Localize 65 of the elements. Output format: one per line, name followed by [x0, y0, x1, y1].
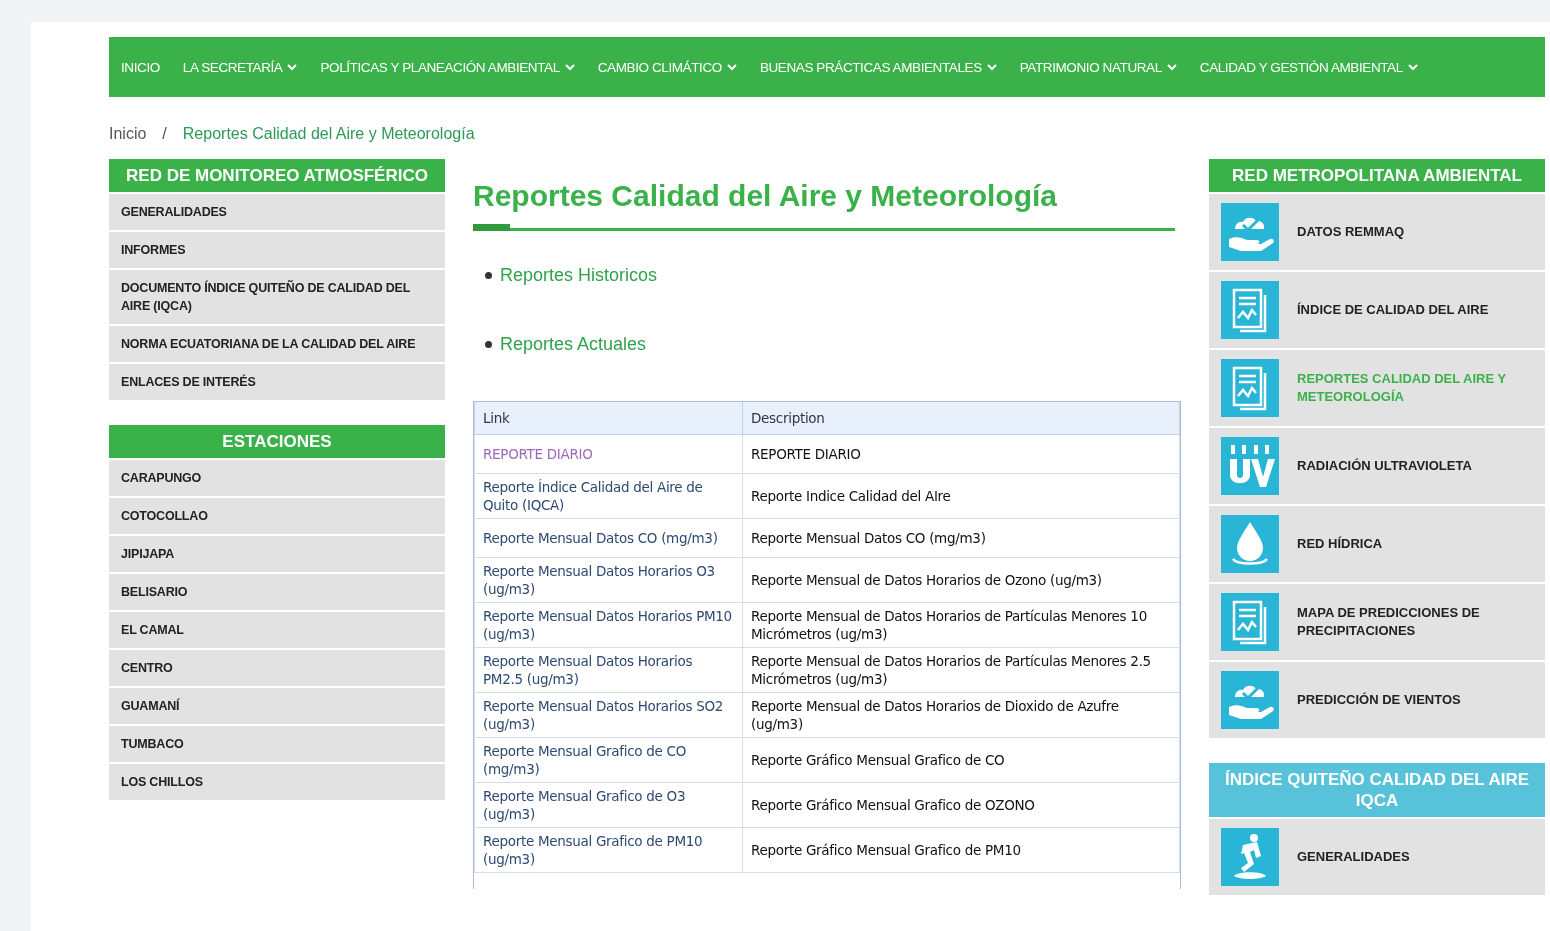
- sidebar-item-label: RADIACIÓN ULTRAVIOLETA: [1297, 457, 1472, 475]
- sidebar-item[interactable]: GENERALIDADES: [1209, 819, 1545, 895]
- table-cell: REPORTE DIARIO: [742, 434, 1180, 474]
- sidebar-item[interactable]: GUAMANÍ: [109, 688, 445, 724]
- sidebar-heading: RED DE MONITOREO ATMOSFÉRICO: [109, 159, 445, 192]
- table-cell: Reporte Mensual de Datos Horarios de Dioxido de Azufre (ug/m3): [742, 692, 1180, 738]
- sidebar-item[interactable]: ENLACES DE INTERÉS: [109, 364, 445, 400]
- table-cell: Reporte Indice Calidad del AIre: [742, 473, 1180, 519]
- hand-cloud-icon: [1221, 203, 1279, 261]
- uv-icon: [1221, 437, 1279, 495]
- sidebar-item-label: RED HÍDRICA: [1297, 535, 1383, 553]
- sidebar-item-label: DATOS REMMAQ: [1297, 223, 1405, 241]
- sidebar-item[interactable]: LOS CHILLOS: [109, 764, 445, 800]
- sidebar-item[interactable]: GENERALIDADES: [109, 194, 445, 230]
- sidebar-heading: ESTACIONES: [109, 425, 445, 458]
- sidebar-item[interactable]: EL CAMAL: [109, 612, 445, 648]
- sidebar-item-label: REPORTES CALIDAD DEL AIRE Y METEOROLOGÍA: [1297, 370, 1507, 406]
- chevron-down-icon: [564, 63, 575, 71]
- sidebar-item-label: MAPA DE PREDICCIONES DE PRECIPITACIONES: [1297, 604, 1481, 640]
- sidebar-item[interactable]: DOCUMENTO ÍNDICE QUITEÑO DE CALIDAD DEL AIRE (IQCA): [109, 270, 445, 324]
- table-cell: Reporte Mensual Datos CO (mg/m3): [742, 518, 1180, 558]
- bullet-icon: [485, 341, 492, 348]
- figure-icon: [1221, 828, 1279, 886]
- table-cell: Reporte Gráfico Mensual Grafico de CO: [742, 737, 1180, 783]
- table-cell: Reporte Gráfico Mensual Grafico de PM10: [742, 827, 1180, 873]
- sidebar-item[interactable]: JIPIJAPA: [109, 536, 445, 572]
- bullet-icon: [485, 272, 492, 279]
- chevron-down-icon: [287, 63, 298, 71]
- table-cell: Reporte Mensual de Datos Horarios de Partículas Menores 2.5 Micrómetros (ug/m3): [742, 647, 1180, 693]
- sidebar-item[interactable]: RADIACIÓN ULTRAVIOLETA: [1209, 428, 1545, 504]
- chevron-down-icon: [986, 63, 997, 71]
- sidebar-item[interactable]: NORMA ECUATORIANA DE LA CALIDAD DEL AIRE: [109, 326, 445, 362]
- sidebar-item-label: PREDICCIÓN DE VIENTOS: [1297, 691, 1461, 709]
- sidebar-item[interactable]: COTOCOLLAO: [109, 498, 445, 534]
- sidebar-item[interactable]: ÍNDICE DE CALIDAD DEL AIRE: [1209, 272, 1545, 348]
- hand-cloud-icon: [1221, 671, 1279, 729]
- document-chart-icon: [1221, 281, 1279, 339]
- column-header: Link: [474, 402, 743, 435]
- table-cell: Reporte Mensual de Datos Horarios de Ozono (ug/m3): [742, 557, 1180, 603]
- sidebar-item[interactable]: RED HÍDRICA: [1209, 506, 1545, 582]
- sidebar-heading: RED METROPOLITANA AMBIENTAL: [1209, 159, 1545, 192]
- table-cell: Reporte Mensual de Datos Horarios de Partículas Menores 10 Micrómetros (ug/m3): [742, 602, 1180, 648]
- sidebar-item[interactable]: DATOS REMMAQ: [1209, 194, 1545, 270]
- chevron-down-icon: [726, 63, 737, 71]
- column-header: Description: [742, 402, 1180, 435]
- sidebar-item[interactable]: MAPA DE PREDICCIONES DE PRECIPITACIONES: [1209, 584, 1545, 660]
- sidebar-item[interactable]: BELISARIO: [109, 574, 445, 610]
- sidebar-heading: ÍNDICE QUITEÑO CALIDAD DEL AIRE IQCA: [1209, 763, 1545, 817]
- table-cell: Reporte Gráfico Mensual Grafico de OZONO: [742, 782, 1180, 828]
- sidebar-item[interactable]: CARAPUNGO: [109, 460, 445, 496]
- breadcrumb-link[interactable]: Inicio: [109, 125, 147, 143]
- sidebar-item-label: ÍNDICE DE CALIDAD DEL AIRE: [1297, 301, 1489, 319]
- chevron-down-icon: [1407, 63, 1418, 71]
- page-title: Reportes Calidad del Aire y Meteorología: [473, 178, 1059, 214]
- sidebar-item[interactable]: INFORMES: [109, 232, 445, 268]
- sidebar-item-label: GENERALIDADES: [1297, 848, 1410, 866]
- sidebar-item[interactable]: TUMBACO: [109, 726, 445, 762]
- sidebar-item[interactable]: CENTRO: [109, 650, 445, 686]
- document-chart-icon: [1221, 593, 1279, 651]
- document-chart-icon: [1221, 359, 1279, 417]
- sidebar-item[interactable]: PREDICCIÓN DE VIENTOS: [1209, 662, 1545, 738]
- water-drop-icon: [1221, 515, 1279, 573]
- breadcrumb-separator: /: [162, 125, 167, 143]
- chevron-down-icon: [1166, 63, 1177, 71]
- breadcrumb-link[interactable]: Reportes Calidad del Aire y Meteorología: [182, 125, 475, 143]
